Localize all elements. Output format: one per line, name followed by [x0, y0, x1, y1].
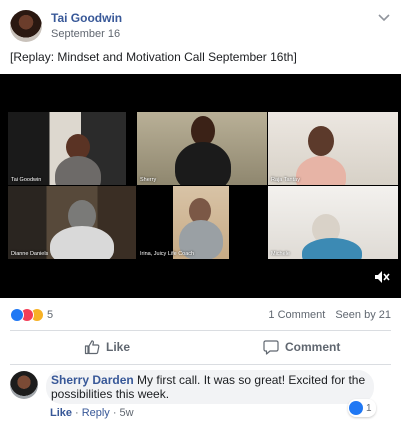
reaction-count: 5 [47, 309, 54, 321]
chevron-down-icon[interactable] [377, 10, 391, 24]
comment-button[interactable]: Comment [263, 336, 340, 358]
comment-time[interactable]: 5w [119, 407, 133, 419]
post-text: [Replay: Mindset and Motivation Call Sep… [10, 50, 297, 64]
thumbs-up-icon [84, 340, 100, 355]
comment-actions: Like · Reply · 5w [50, 407, 134, 419]
video-tile: Dianne Daniels [8, 186, 136, 259]
like-reaction-icon [349, 401, 363, 415]
participant-name: Michele [271, 251, 290, 257]
divider [10, 364, 391, 365]
comment-bubble: Sherry Darden My first call. It was so g… [46, 370, 374, 404]
post-card: Tai Goodwin September 16 [Replay: Mindse… [0, 0, 401, 426]
participant-name: Dianne Daniels [11, 251, 49, 257]
video-tile: Irina, Juicy Life Coach [137, 186, 267, 259]
participant-name: Sherry [140, 177, 157, 183]
post-stats: 1 Comment Seen by 21 [261, 309, 391, 321]
post-header: Tai Goodwin September 16 [10, 10, 391, 42]
participant-name: Tai Goodwin [11, 177, 42, 183]
comment-reaction-badge[interactable]: 1 [348, 399, 376, 417]
comment-count-link[interactable]: 1 Comment [268, 309, 325, 321]
video-tile: Raja Tantay [268, 112, 398, 185]
video-tile: Tai Goodwin [8, 112, 126, 185]
seen-by-link[interactable]: Seen by 21 [335, 309, 391, 321]
comment-body: Sherry Darden My first call. It was so g… [51, 373, 367, 401]
author-avatar[interactable] [10, 10, 42, 42]
comment-reply-link[interactable]: Reply [82, 407, 110, 419]
participant-name: Raja Tantay [271, 177, 300, 183]
divider [10, 330, 391, 331]
video-tile: Michele [268, 186, 398, 259]
comment-icon [263, 340, 279, 355]
video-tile: Sherry [137, 112, 267, 185]
comment-button-label: Comment [285, 340, 341, 354]
commenter-avatar[interactable] [10, 371, 38, 399]
video-player[interactable]: Tai Goodwin Sherry Raja Tantay Dianne Da… [0, 74, 401, 298]
like-button[interactable]: Like [84, 336, 130, 358]
mute-icon[interactable] [373, 268, 391, 286]
comment-author[interactable]: Sherry Darden [51, 373, 134, 387]
like-button-label: Like [106, 340, 131, 354]
like-reaction-icon [10, 308, 24, 322]
post-author[interactable]: Tai Goodwin [51, 11, 122, 25]
participant-name: Irina, Juicy Life Coach [140, 251, 195, 257]
post-date[interactable]: September 16 [51, 28, 120, 40]
comment-reaction-count: 1 [366, 402, 372, 414]
comment-like-link[interactable]: Like [50, 407, 72, 419]
